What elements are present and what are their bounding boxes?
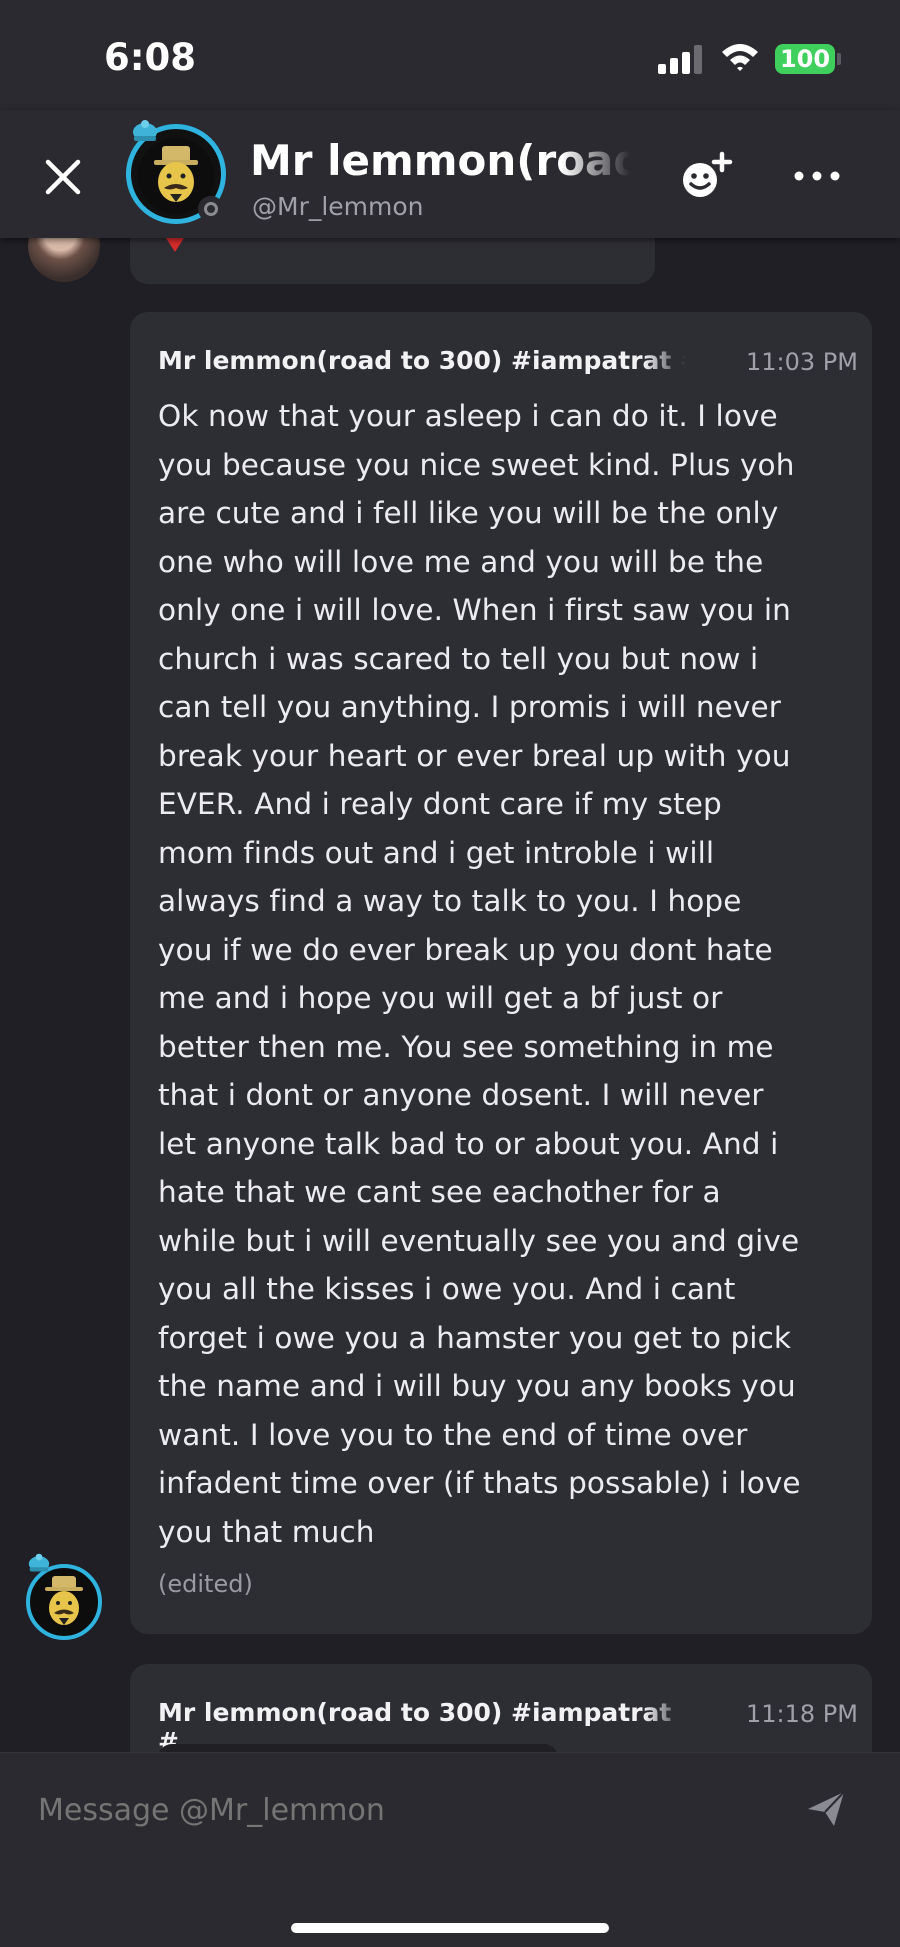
message-line: infadent time over (if thats possable) i…	[158, 1466, 801, 1500]
message-input[interactable]	[38, 1785, 758, 1835]
message-line: you if we do ever break up you dont hate	[158, 932, 773, 967]
message-line: the name and i will buy you any books yo…	[158, 1369, 796, 1403]
avatar[interactable]	[126, 120, 226, 224]
home-indicator[interactable]	[291, 1923, 609, 1933]
cap-badge-icon	[28, 1553, 50, 1572]
contact-name: Mr lemmon(road to 300)	[250, 136, 630, 185]
cellular-signal-icon	[658, 44, 704, 74]
message-author[interactable]: Mr lemmon(road to 300) #iampatrat #	[158, 346, 686, 375]
close-icon[interactable]	[42, 156, 84, 198]
message-text: Ok now that your asleep i can do it. I l…	[158, 392, 858, 1556]
message-line: one who will love me and you will be the	[158, 544, 764, 579]
message-line: want. I love you to the end of time over	[158, 1417, 748, 1452]
mustache-man-avatar-icon	[26, 1564, 102, 1640]
message-line: Ok now that your asleep i can do it. I l…	[158, 399, 778, 433]
message-line: forget i owe you a hamster you get to pi…	[158, 1320, 792, 1355]
offline-status-dot	[198, 196, 224, 222]
message-timestamp: 11:18 PM	[746, 1700, 858, 1728]
message-line: always find a way to talk to you. I hope	[158, 884, 742, 918]
chat-header: Mr lemmon(road to 300) @Mr_lemmon	[0, 110, 900, 238]
add-to-group-icon[interactable]	[676, 150, 736, 202]
edited-label: (edited)	[158, 1570, 253, 1598]
message-line: church i was scared to tell you but now …	[158, 641, 759, 676]
message-line: break your heart or ever breal up with y…	[158, 738, 791, 773]
cap-badge-icon	[133, 120, 157, 141]
message-line: EVER. And i realy dont care if my step	[158, 787, 722, 821]
battery-tip	[837, 53, 841, 65]
message-line: that i dont or anyone dosent. I will nev…	[158, 1078, 764, 1112]
message-line: better then me. You see something in me	[158, 1029, 774, 1064]
message-composer	[0, 1752, 900, 1947]
avatar[interactable]	[24, 1552, 104, 1640]
message-line: hate that we cant see eachother for a	[158, 1175, 721, 1209]
message-bubble[interactable]: Mr lemmon(road to 300) #iampatrat # 11:0…	[130, 312, 872, 1634]
message-line: are cute and i fell like you will be the…	[158, 496, 779, 530]
message-line: mom finds out and i get introble i will	[158, 835, 715, 870]
contact-handle: @Mr_lemmon	[252, 192, 424, 221]
message-header: Mr lemmon(road to 300) #iampatrat # 11:1…	[158, 1698, 858, 1756]
message-header: Mr lemmon(road to 300) #iampatrat # 11:0…	[158, 346, 858, 386]
battery-indicator: 100	[775, 44, 835, 74]
message-line: only one i will love. When i first saw y…	[158, 593, 791, 627]
message-line: me and i hope you will get a bf just or	[158, 981, 723, 1015]
more-options-icon[interactable]	[792, 166, 842, 186]
message-timestamp: 11:03 PM	[746, 348, 858, 376]
heart-emoji-icon	[166, 238, 184, 252]
message-line: while but i will eventually see you and …	[158, 1223, 800, 1258]
wifi-icon	[722, 44, 758, 71]
status-bar: 6:08 100	[0, 0, 900, 110]
message-line: you that much	[158, 1514, 375, 1549]
message-line: you all the kisses i owe you. And i cant	[158, 1272, 736, 1306]
message-line: let anyone talk bad to or about you. And…	[158, 1126, 779, 1161]
send-icon[interactable]	[806, 1789, 846, 1829]
message-line: can tell you anything. I promis i will n…	[158, 690, 781, 724]
message-line: you because you nice sweet kind. Plus yo…	[158, 447, 795, 482]
status-time: 6:08	[104, 36, 197, 79]
